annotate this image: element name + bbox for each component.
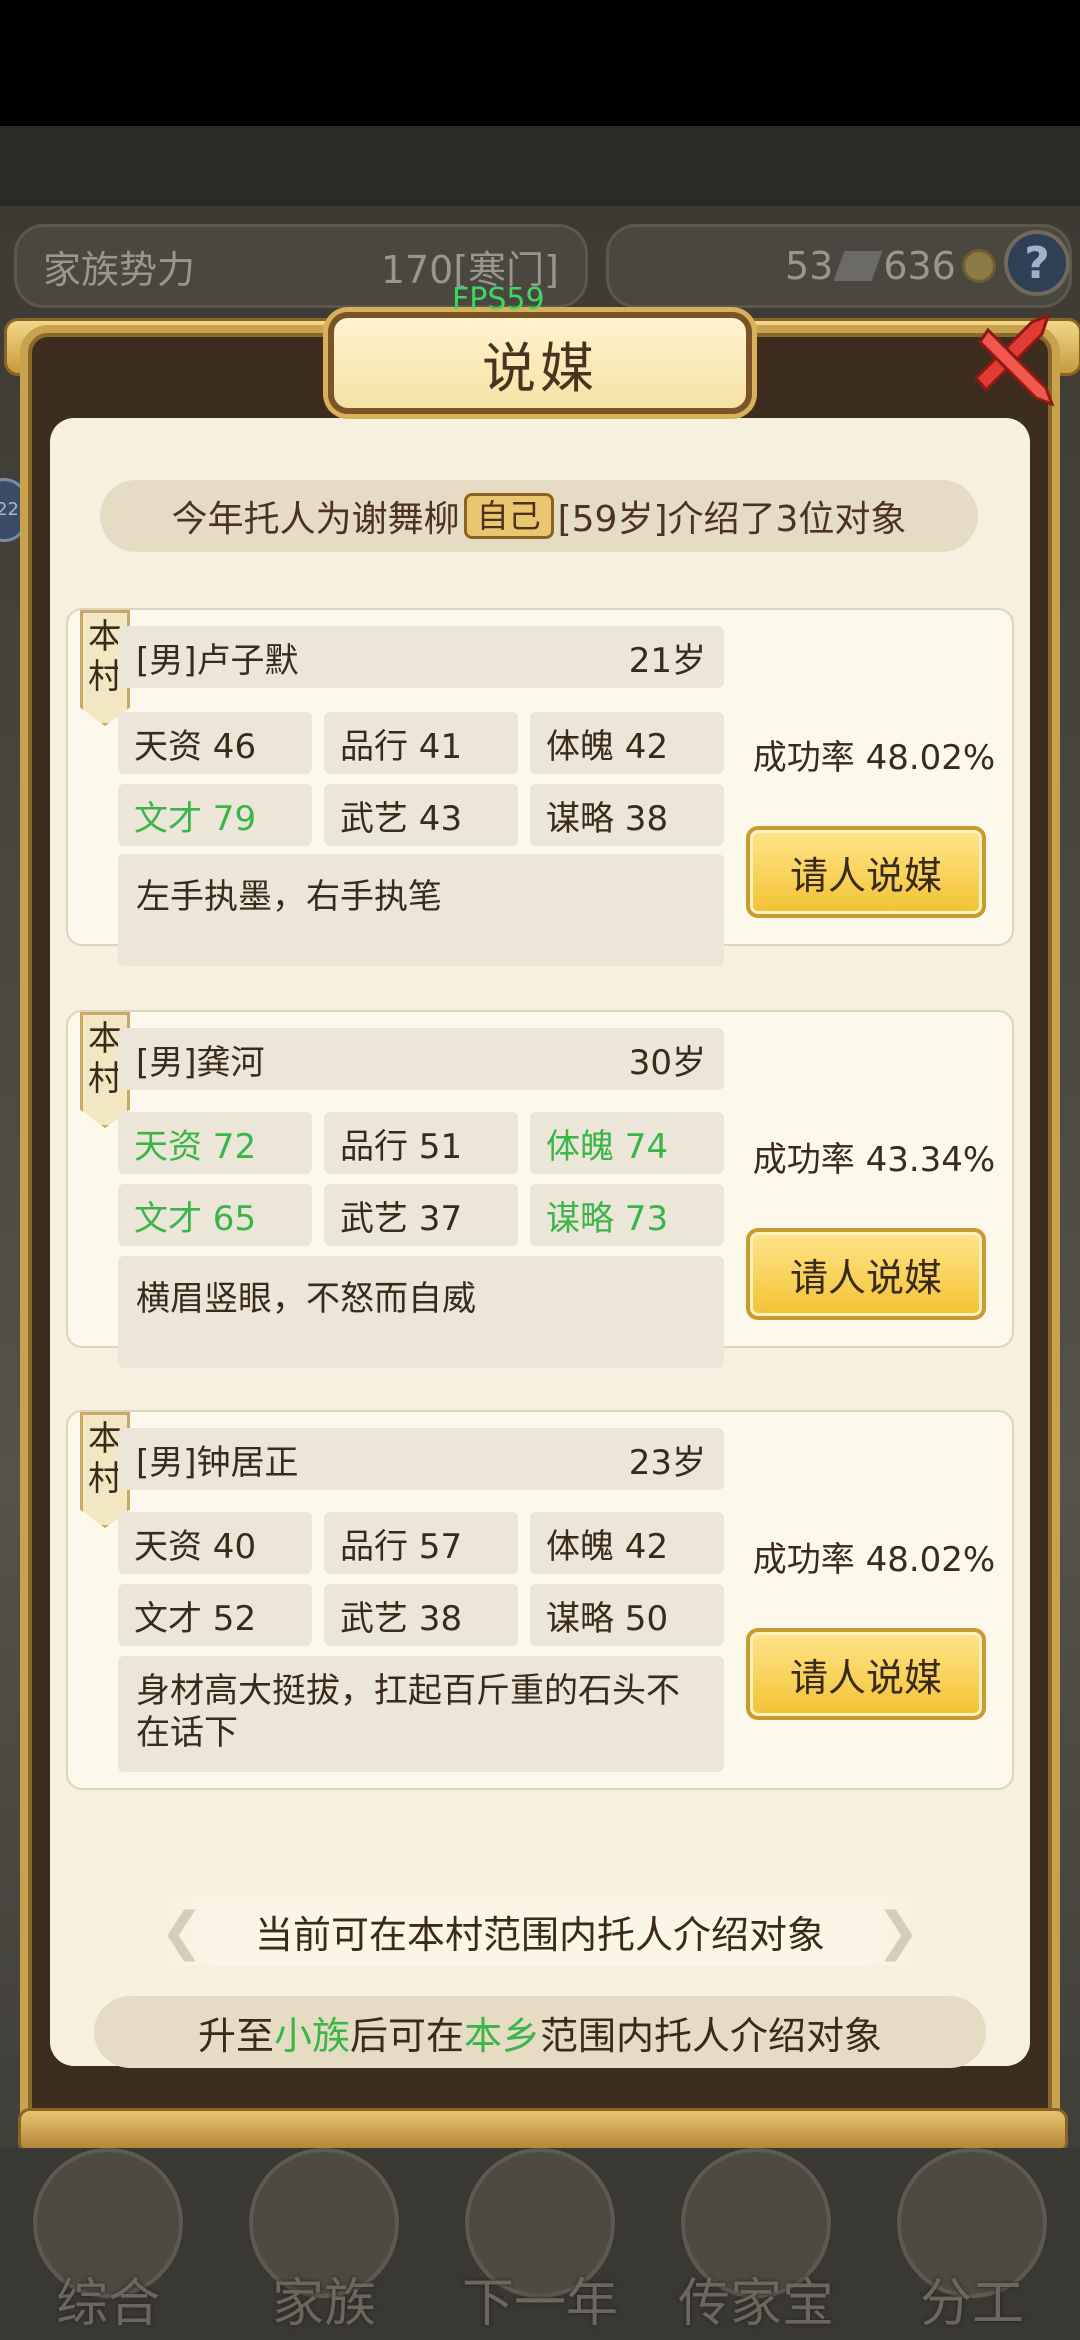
nav-family-label: 家族 (271, 2274, 376, 2334)
matchmake-button[interactable]: 请人说媒 (746, 826, 986, 918)
stat-conduct: 品行 51 (324, 1112, 518, 1174)
stat-martial: 武艺 43 (324, 784, 518, 846)
candidate-name: [男]龚河 (136, 1042, 265, 1083)
candidate-age: 30岁 (628, 1042, 706, 1083)
self-tag: 自己 (463, 493, 554, 539)
resource-1-value: 53 (785, 244, 834, 288)
candidate-name-row: [男]龚河 30岁 (118, 1028, 724, 1090)
stat-talent: 天资 72 (118, 1112, 312, 1174)
stat-conduct: 品行 57 (324, 1512, 518, 1574)
resource-2-value: 636 (883, 244, 956, 288)
stat-literary: 文才 65 (118, 1184, 312, 1246)
nav-assignment-label: 分工 (919, 2274, 1024, 2334)
nav-next-year[interactable]: 下一年 (450, 2148, 630, 2340)
nav-overview[interactable]: 综合 (18, 2148, 198, 2340)
info-bar: 今年托人为谢舞柳 自己 [59岁]介绍了3位对象 (100, 480, 978, 552)
matchmake-button[interactable]: 请人说媒 (746, 1628, 986, 1720)
coin-icon (961, 249, 996, 283)
banner-left-ornament: ❮ (160, 1902, 204, 1962)
bottom-nav: 综合 家族 下一年 传家宝 分工 (0, 2148, 1080, 2340)
upgrade-rank: 小族 (273, 2013, 350, 2058)
nav-overview-label: 综合 (55, 2274, 160, 2334)
fps-counter: FPS59 (452, 282, 545, 317)
candidate-card: 本村 [男]卢子默 21岁 天资 46 品行 41 体魄 42 文才 79 武艺… (66, 608, 1014, 966)
success-rate: 成功率 48.02% (752, 1540, 996, 1580)
upgrade-text-3: 范围内托人介绍对象 (540, 2013, 883, 2058)
candidate-age: 21岁 (628, 640, 706, 681)
dialog-title: 说媒 (328, 312, 752, 414)
help-button[interactable]: ? (1004, 230, 1070, 296)
matchmake-button[interactable]: 请人说媒 (746, 1228, 986, 1320)
upgrade-scope: 本乡 (464, 2013, 541, 2058)
close-button[interactable] (962, 308, 1066, 412)
close-icon (973, 313, 1055, 407)
stat-talent: 天资 40 (118, 1512, 312, 1574)
candidate-card: 本村 [男]钟居正 23岁 天资 40 品行 57 体魄 42 文才 52 武艺… (66, 1410, 1014, 1790)
stat-physique: 体魄 74 (530, 1112, 724, 1174)
nav-heirloom[interactable]: 传家宝 (666, 2148, 846, 2340)
candidate-age: 23岁 (628, 1442, 706, 1483)
stat-physique: 体魄 42 (530, 712, 724, 774)
banner-right-ornament: ❯ (876, 1902, 920, 1962)
range-text: 当前可在本村范围内托人介绍对象 (254, 1912, 825, 1957)
upgrade-hint: 升至 小族 后可在 本乡 范围内托人介绍对象 (94, 1996, 986, 2068)
stat-strategy: 谋略 38 (530, 784, 724, 846)
stat-conduct: 品行 41 (324, 712, 518, 774)
status-bar (0, 0, 1080, 126)
range-banner: ❮ 当前可在本村范围内托人介绍对象 ❯ (160, 1896, 920, 1966)
stat-physique: 体魄 42 (530, 1512, 724, 1574)
candidate-card: 本村 [男]龚河 30岁 天资 72 品行 51 体魄 74 文才 65 武艺 … (66, 1010, 1014, 1368)
info-prefix: 今年托人为谢舞柳 (171, 499, 460, 540)
candidate-description: 身材高大挺拔，扛起百斤重的石头不在话下 (118, 1656, 724, 1772)
candidate-name: [男]卢子默 (136, 640, 299, 681)
clan-power-label: 家族势力 (43, 247, 196, 292)
candidate-name: [男]钟居正 (136, 1442, 299, 1483)
stat-strategy: 谋略 50 (530, 1584, 724, 1646)
stat-strategy: 谋略 73 (530, 1184, 724, 1246)
nav-assignment[interactable]: 分工 (882, 2148, 1062, 2340)
resource-panel: 53 636 (606, 224, 1072, 308)
success-rate: 成功率 43.34% (752, 1140, 996, 1180)
book-icon (833, 251, 883, 281)
candidate-name-row: [男]卢子默 21岁 (118, 626, 724, 688)
candidate-description: 左手执墨，右手执笔 (118, 854, 724, 966)
candidate-name-row: [男]钟居正 23岁 (118, 1428, 724, 1490)
nav-heirloom-label: 传家宝 (677, 2274, 834, 2334)
nav-family[interactable]: 家族 (234, 2148, 414, 2340)
stat-talent: 天资 46 (118, 712, 312, 774)
info-suffix: [59岁]介绍了3位对象 (557, 499, 907, 540)
candidate-description: 横眉竖眼，不怒而自威 (118, 1256, 724, 1368)
stat-martial: 武艺 37 (324, 1184, 518, 1246)
stat-martial: 武艺 38 (324, 1584, 518, 1646)
stat-literary: 文才 52 (118, 1584, 312, 1646)
top-strip (0, 126, 1080, 206)
nav-next-year-label: 下一年 (461, 2274, 618, 2334)
success-rate: 成功率 48.02% (752, 738, 996, 778)
upgrade-text-2: 后可在 (349, 2013, 464, 2058)
stat-literary: 文才 79 (118, 784, 312, 846)
upgrade-text-1: 升至 (197, 2013, 274, 2058)
